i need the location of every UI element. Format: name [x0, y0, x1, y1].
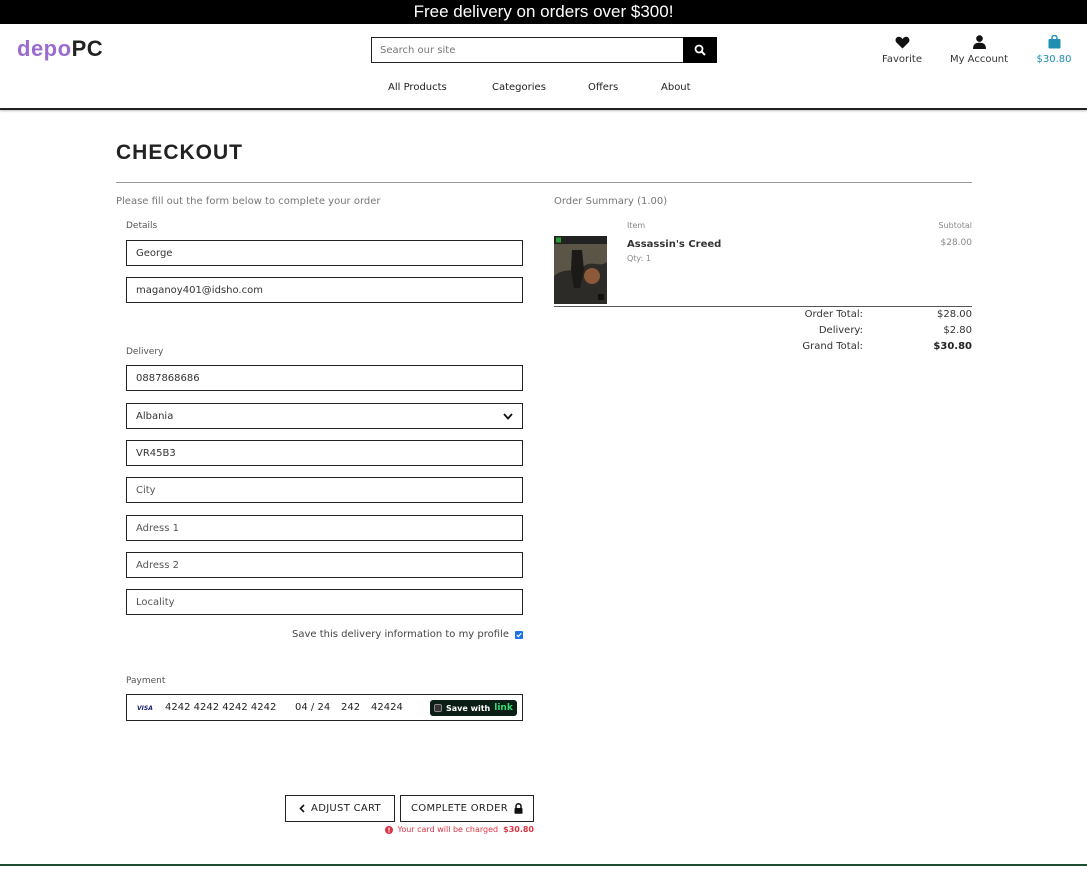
summary-divider	[554, 306, 972, 307]
save-with-link-button[interactable]: Save with link	[430, 700, 517, 716]
product-qty: Qty: 1	[627, 254, 651, 263]
card-zip[interactable]: 42424	[371, 702, 403, 713]
footer-divider	[0, 864, 1087, 866]
account-link[interactable]: My Account	[948, 34, 1010, 65]
address2-field[interactable]	[126, 552, 523, 578]
grand-total-label: Grand Total:	[802, 341, 863, 352]
site-logo[interactable]: depoPC	[17, 36, 103, 62]
country-select[interactable]: Albania	[126, 403, 523, 429]
order-summary-title: Order Summary (1.00)	[554, 196, 668, 207]
form-intro: Please fill out the form below to comple…	[116, 196, 381, 207]
summary-col-item: Item	[627, 221, 646, 230]
delivery-cost-value: $2.80	[943, 325, 972, 336]
charge-notice: Your card will be charged $30.80	[384, 825, 534, 834]
game-cover-image	[554, 236, 607, 304]
nav-categories[interactable]: Categories	[492, 82, 546, 93]
delivery-label: Delivery	[126, 347, 164, 357]
nav-offers[interactable]: Offers	[588, 82, 618, 93]
lock-icon	[514, 803, 523, 814]
promo-banner: Free delivery on orders over $300!	[0, 0, 1087, 24]
full-name-field[interactable]	[126, 240, 523, 266]
card-element[interactable]: VISA 4242 4242 4242 4242 04 / 24 242 424…	[126, 694, 523, 721]
chevron-left-icon	[299, 804, 305, 813]
city-field[interactable]	[126, 477, 523, 503]
payment-label: Payment	[126, 676, 166, 686]
link-logo: link	[494, 703, 513, 713]
adjust-cart-button[interactable]: ADJUST CART	[285, 795, 395, 822]
link-checkbox-icon	[434, 704, 442, 712]
site-header: depoPC Favorite My Account	[0, 24, 1087, 110]
complete-order-label: COMPLETE ORDER	[411, 803, 508, 814]
nav-all-products[interactable]: All Products	[388, 82, 447, 93]
delivery-cost-label: Delivery:	[818, 325, 863, 336]
logo-part-2: PC	[71, 36, 104, 61]
alert-icon	[384, 825, 393, 834]
email-field[interactable]	[126, 277, 523, 303]
phone-field[interactable]	[126, 365, 523, 391]
charge-amount: $30.80	[503, 825, 534, 834]
logo-part-1: depo	[17, 36, 72, 61]
card-cvc[interactable]: 242	[341, 702, 360, 713]
save-info-checkbox[interactable]	[515, 630, 523, 639]
shopping-bag-icon	[1048, 35, 1060, 49]
user-icon	[972, 35, 986, 49]
account-label: My Account	[949, 54, 1009, 65]
product-name[interactable]: Assassin's Creed	[627, 239, 721, 250]
heart-icon	[895, 36, 909, 49]
favorite-link[interactable]: Favorite	[880, 34, 924, 65]
search-bar	[371, 37, 717, 63]
product-subtotal: $28.00	[940, 238, 973, 248]
page-title: CHECKOUT	[116, 141, 243, 164]
save-info-row: Save this delivery information to my pro…	[292, 629, 523, 640]
promo-banner-text: Free delivery on orders over $300!	[413, 2, 674, 21]
search-icon	[694, 44, 706, 56]
order-total-value: $28.00	[937, 309, 972, 320]
cart-link[interactable]: $30.80	[1032, 34, 1076, 65]
adjust-cart-label: ADJUST CART	[311, 803, 381, 814]
title-divider	[116, 182, 972, 183]
grand-total-value: $30.80	[933, 341, 972, 352]
card-number[interactable]: 4242 4242 4242 4242	[165, 702, 276, 713]
postcode-field[interactable]	[126, 440, 523, 466]
details-label: Details	[126, 221, 158, 231]
cart-total: $30.80	[1036, 54, 1072, 65]
save-with-link-text: Save with	[446, 703, 491, 713]
charge-notice-text: Your card will be charged	[397, 825, 499, 834]
country-value: Albania	[136, 410, 174, 422]
card-expiry[interactable]: 04 / 24	[295, 702, 330, 713]
main-nav: All Products Categories Offers About	[0, 82, 1087, 98]
nav-about[interactable]: About	[661, 82, 691, 93]
favorite-label: Favorite	[882, 54, 922, 65]
product-thumbnail[interactable]	[554, 236, 607, 304]
address1-field[interactable]	[126, 515, 523, 541]
check-icon	[516, 632, 522, 637]
summary-col-subtotal: Subtotal	[938, 221, 972, 230]
search-input[interactable]	[371, 37, 683, 63]
complete-order-button[interactable]: COMPLETE ORDER	[400, 795, 534, 822]
save-info-label: Save this delivery information to my pro…	[291, 629, 509, 640]
chevron-down-icon	[503, 412, 513, 420]
search-button[interactable]	[683, 37, 717, 63]
locality-field[interactable]	[126, 589, 523, 615]
visa-brand-icon: VISA	[137, 705, 153, 712]
order-total-label: Order Total:	[804, 309, 863, 320]
